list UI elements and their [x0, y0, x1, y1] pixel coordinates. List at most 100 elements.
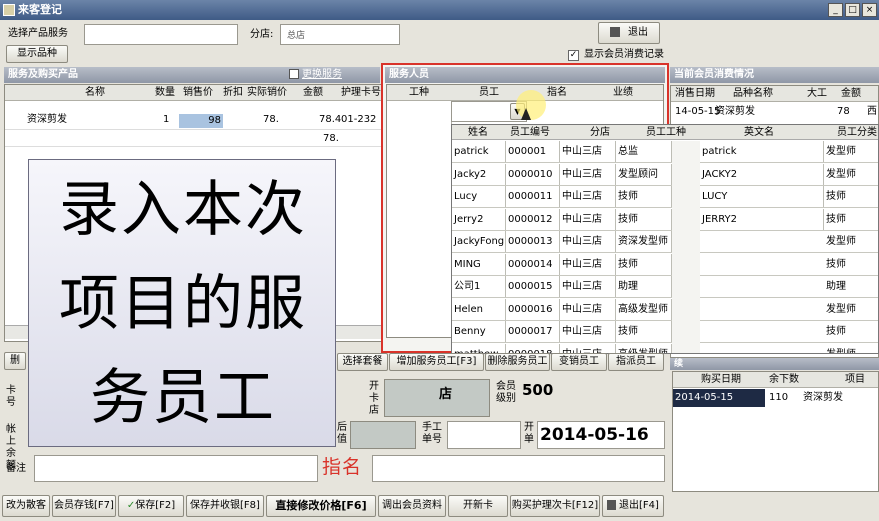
col-card: 护理卡号: [341, 87, 381, 98]
products-grid-header: 名称 数量 销售价 折扣 实际销价 金额 护理卡号: [5, 85, 381, 101]
employee-role: 资深发型师: [616, 231, 672, 252]
open-store-field[interactable]: 店: [384, 379, 490, 417]
table-row[interactable]: 资深剪发 1 98 78. 78.4 01-232: [5, 112, 381, 130]
employee-id: 0000016: [506, 298, 560, 320]
open-date-field[interactable]: 2014-05-16: [537, 421, 665, 449]
change-service-label: 更换服务: [302, 69, 342, 80]
select-package-button[interactable]: 选择套餐: [337, 353, 388, 371]
col-name: 名称: [85, 87, 105, 98]
employee-cat: 技师: [824, 321, 878, 342]
employee-en: patrick: [700, 141, 824, 162]
mouse-cursor-icon: [521, 108, 531, 120]
change-service-checkbox[interactable]: [289, 69, 299, 79]
service-input[interactable]: [84, 24, 238, 45]
open-date-label: 开单: [524, 422, 534, 445]
minimize-button[interactable]: _: [828, 3, 843, 17]
purchase-grid[interactable]: 购买日期 余下数 项目 2014-05-15 110 资深剪发: [672, 371, 879, 492]
employee-name: JackyFong: [452, 231, 506, 252]
employee-row[interactable]: Lucy 0000011 中山三店 技师 LUCY 技师: [452, 186, 878, 208]
close-button[interactable]: ×: [862, 3, 877, 17]
employee-cat: 助理: [824, 276, 878, 297]
add-staff-button[interactable]: 增加服务员工[F3]: [389, 353, 484, 371]
branch-label: 分店:: [250, 29, 274, 40]
employee-cat: 技师: [824, 209, 878, 230]
price-cell[interactable]: 98: [179, 114, 223, 128]
employee-row[interactable]: Jerry2 0000012 中山三店 技师 JERRY2 技师: [452, 208, 878, 231]
employee-branch: 中山三店: [560, 231, 616, 252]
employee-en: JERRY2: [700, 208, 824, 230]
col-amount: 金额: [303, 87, 323, 98]
col-discount: 折扣: [223, 87, 243, 98]
employee-cat: 技师: [824, 186, 878, 207]
member-deposit-button[interactable]: 会员存钱[F7]: [52, 495, 116, 517]
employee-id: 0000017: [506, 321, 560, 342]
show-product-button[interactable]: 显示品种: [6, 45, 68, 63]
employee-row[interactable]: JackyFong 0000013 中山三店 资深发型师 发型师: [452, 231, 878, 253]
employee-role: 技师: [616, 208, 672, 230]
table-row[interactable]: 14-05-15 资深剪发 78 西: [671, 104, 878, 122]
exit-top-button[interactable]: 退出: [598, 22, 660, 44]
employee-row[interactable]: patrick 000001 中山三店 总监 patrick 发型师: [452, 141, 878, 163]
maximize-button[interactable]: □: [845, 3, 860, 17]
show-member-records-checkbox[interactable]: ✓: [568, 50, 579, 61]
remark-input[interactable]: [34, 455, 318, 482]
employee-cat: 发型师: [824, 141, 878, 162]
designate-input[interactable]: [372, 455, 665, 482]
edit-price-button[interactable]: 直接修改价格[F6]: [266, 495, 376, 517]
delete-stub-button[interactable]: 删: [4, 352, 26, 370]
employee-branch: 中山三店: [560, 141, 616, 162]
checkmark-icon: ✓: [126, 500, 136, 511]
dispatch-staff-button[interactable]: 指派员工: [608, 353, 664, 371]
exit-icon: [610, 27, 620, 37]
employee-cat: 发型师: [824, 299, 878, 320]
employee-row[interactable]: Jacky2 0000010 中山三店 发型顾问 JACKY2 发型师: [452, 163, 878, 186]
change-staff-button[interactable]: 变销员工: [551, 353, 607, 371]
staff-section-title: 服务人员: [385, 67, 665, 83]
branch-value: 总店: [287, 31, 306, 41]
employee-dropdown-list[interactable]: 姓名 员工编号 分店 员工工种 英文名 员工分类 patrick 000001 中山…: [451, 124, 879, 354]
employee-branch: 中山三店: [560, 208, 616, 230]
employee-id: 000001: [506, 141, 560, 162]
total-row: 78.: [5, 131, 381, 147]
employee-cat: 技师: [824, 254, 878, 275]
open-store-label: 开卡店: [369, 381, 379, 416]
buy-care-card-button[interactable]: 购买护理次卡[F12]: [510, 495, 600, 517]
employee-name: 公司1: [452, 276, 506, 297]
employee-row[interactable]: Benny 0000017 中山三店 技师 技师: [452, 321, 878, 343]
col-qty: 数量: [155, 87, 175, 98]
employee-row[interactable]: 公司1 0000015 中山三店 助理 助理: [452, 276, 878, 298]
save-and-checkout-button[interactable]: 保存并收银[F8]: [186, 495, 264, 517]
employee-row[interactable]: Helen 0000016 中山三店 高级发型师 发型师: [452, 298, 878, 321]
save-button[interactable]: ✓保存[F2]: [118, 495, 184, 517]
employee-name: MING: [452, 253, 506, 275]
designate-text: 指名: [322, 456, 363, 478]
employee-id: 0000011: [506, 186, 560, 207]
new-card-button[interactable]: 开新卡: [448, 495, 508, 517]
col-price: 销售价: [183, 87, 213, 98]
employee-branch: 中山三店: [560, 163, 616, 185]
window-title: 来客登记: [18, 3, 62, 16]
load-member-button[interactable]: 调出会员资料: [378, 495, 446, 517]
exit-door-icon: [607, 500, 617, 510]
selected-cell[interactable]: 2014-05-15: [673, 389, 765, 407]
delete-staff-button[interactable]: 删除服务员工: [485, 353, 550, 371]
card-label: 卡号: [6, 385, 16, 408]
employee-name: Jerry2: [452, 208, 506, 230]
table-row[interactable]: 2014-05-15 110 资深剪发: [673, 389, 878, 407]
manual-number-input[interactable]: [447, 421, 521, 449]
employee-row[interactable]: MING 0000014 中山三店 技师 技师: [452, 253, 878, 276]
employee-name: Lucy: [452, 186, 506, 207]
purchase-section-title: 续: [670, 358, 879, 370]
employee-name: patrick: [452, 141, 506, 162]
employee-role: 技师: [616, 186, 672, 207]
employee-role: 总监: [616, 141, 672, 162]
change-to-walkin-button[interactable]: 改为散客: [2, 495, 50, 517]
employee-id: 0000013: [506, 231, 560, 252]
member-level-value: 500: [522, 381, 554, 399]
after-value-field[interactable]: [350, 421, 416, 449]
exit-button[interactable]: 退出[F4]: [602, 495, 664, 517]
employee-role: 技师: [616, 253, 672, 275]
employee-role: 助理: [616, 276, 672, 297]
branch-select[interactable]: 总店: [280, 24, 400, 45]
list-gap: [672, 141, 700, 353]
